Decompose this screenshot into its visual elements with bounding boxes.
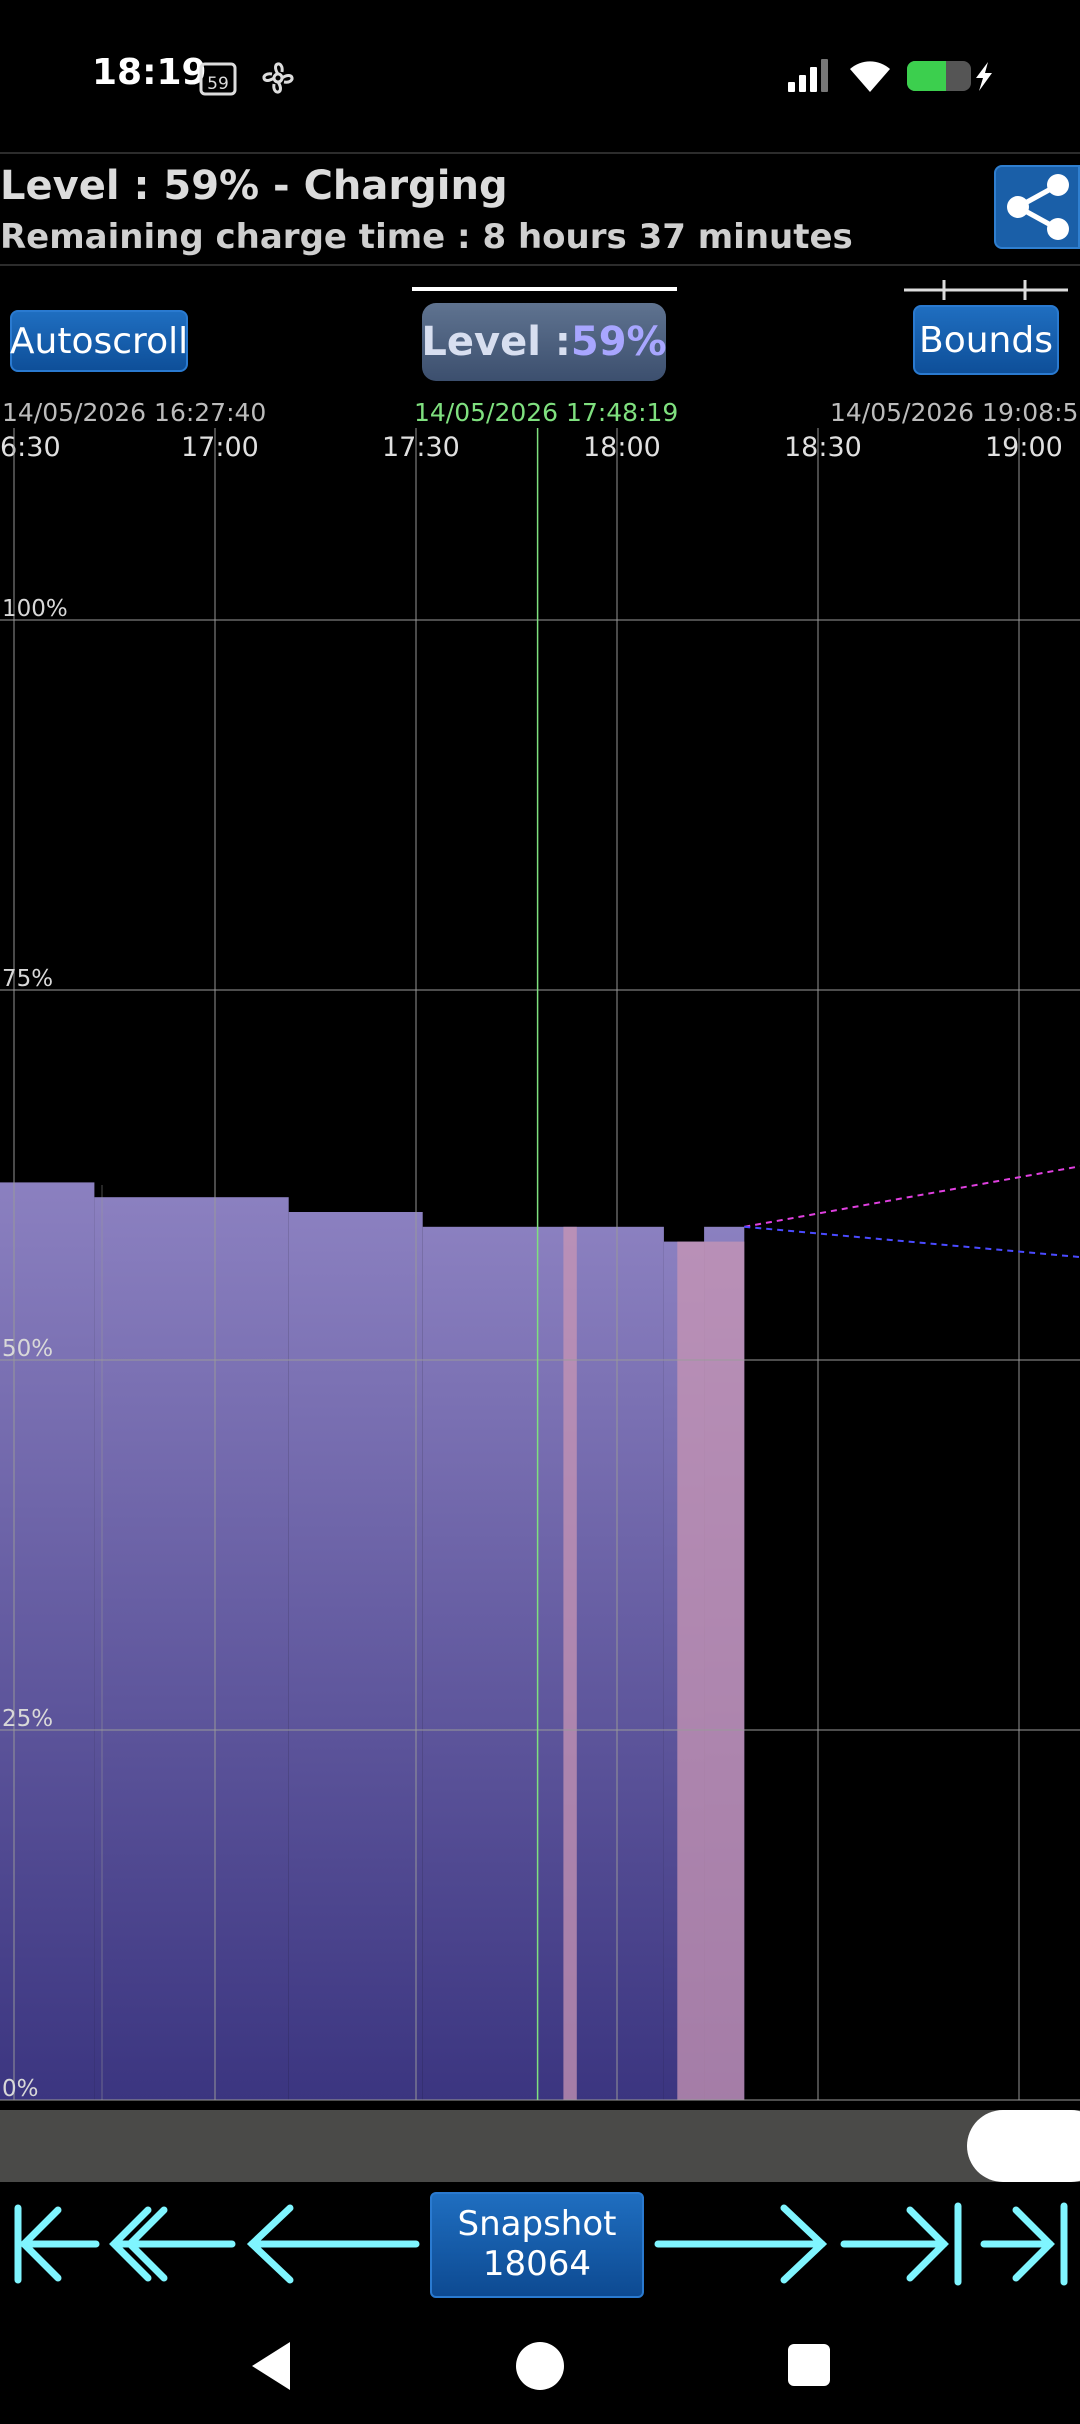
projection-lower [744, 1225, 1080, 1259]
y-tick-label: 25% [2, 1706, 53, 1732]
first-icon[interactable] [10, 2194, 100, 2294]
battery-level-chart[interactable]: 100% 75% 50% 25% 0% [0, 0, 1080, 2110]
charging-interval [677, 1241, 745, 2100]
system-back-icon[interactable] [246, 2338, 296, 2394]
back-icon[interactable] [244, 2194, 420, 2294]
y-tick-label: 0% [2, 2076, 39, 2102]
system-navigation-bar [0, 2310, 1080, 2424]
last-icon[interactable] [980, 2194, 1070, 2294]
y-tick-label: 50% [2, 1336, 53, 1362]
fast-forward-icon[interactable] [840, 2194, 970, 2294]
time-scroll-thumb[interactable] [967, 2110, 1080, 2182]
y-tick-label: 100% [2, 596, 68, 622]
charging-interval [563, 1226, 577, 2100]
projection-upper [744, 1165, 1080, 1228]
snapshot-label: Snapshot [457, 2204, 617, 2244]
y-tick-label: 75% [2, 966, 53, 992]
time-scroll-track[interactable] [0, 2110, 1080, 2182]
snapshot-button[interactable]: Snapshot 18064 [430, 2192, 644, 2298]
forward-icon[interactable] [654, 2194, 830, 2294]
level-segment [94, 1197, 289, 2100]
level-segment [422, 1226, 664, 2100]
snapshot-number: 18064 [482, 2244, 592, 2284]
level-segment [288, 1212, 423, 2100]
fast-back-icon[interactable] [108, 2194, 238, 2294]
system-home-icon[interactable] [514, 2340, 566, 2392]
system-recents-icon[interactable] [786, 2342, 832, 2388]
